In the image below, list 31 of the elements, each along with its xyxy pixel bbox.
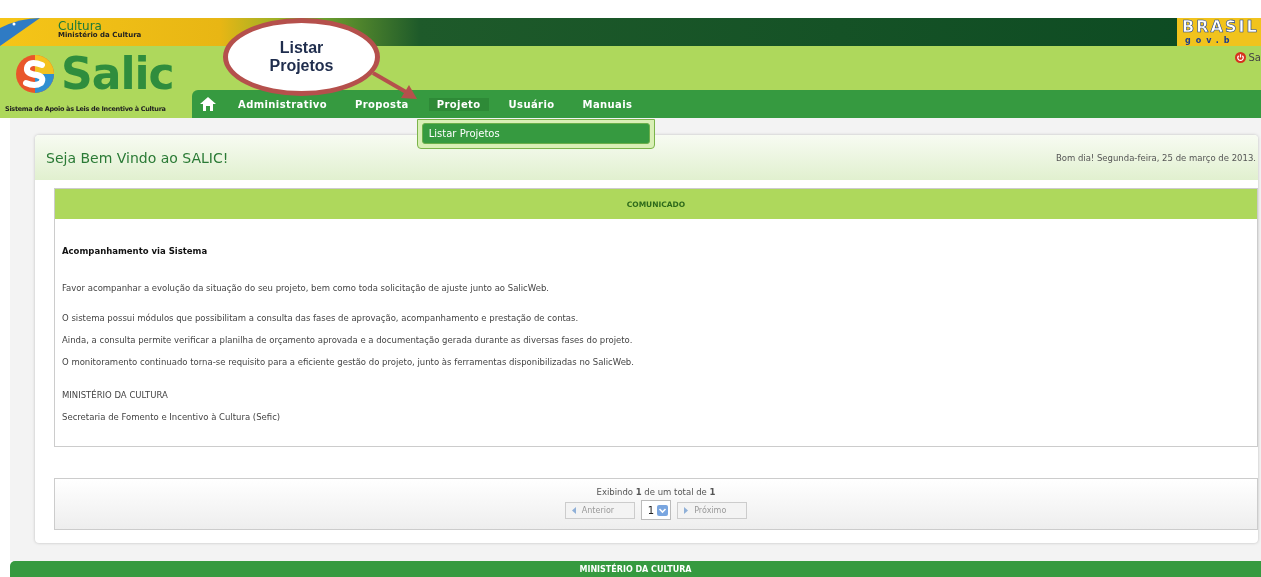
left-arrow-icon <box>571 506 576 514</box>
logout-link[interactable]: Sa <box>1248 52 1261 63</box>
nav-item[interactable]: Proposta <box>346 97 417 111</box>
date-greeting: Bom dia! Segunda-feira, 25 de março de 2013. <box>1055 152 1256 163</box>
nav-item[interactable]: Projeto <box>428 97 489 111</box>
power-icon[interactable] <box>1234 52 1246 63</box>
menu-item[interactable]: Listar Projetos <box>421 122 650 144</box>
results-summary: Exibindo 1 de um total de 1 <box>596 487 716 497</box>
notice-paragraph: Favor acompanhar a evolução da situação do seu projeto, bem como toda solicitação de ajuste junto ao SalicWeb. <box>62 283 550 293</box>
nav-item[interactable]: Usuário <box>500 97 563 111</box>
right-arrow-icon <box>684 506 689 514</box>
home-icon[interactable] <box>200 97 216 111</box>
brasil-logo[interactable]: BRASIL gov.b <box>1177 18 1261 46</box>
page-select[interactable]: 1 <box>640 500 672 520</box>
nav-item[interactable]: Manuais <box>574 97 641 111</box>
logo-text[interactable]: Salic <box>61 52 174 96</box>
previous-button[interactable]: Anterior <box>564 501 635 519</box>
nav-item[interactable]: Administrativo <box>230 97 335 111</box>
dropdown-arrow-icon <box>657 504 669 516</box>
notice-paragraph: O sistema possui módulos que possibilitam a consulta das fases de aprovação, acompanhamento e prestação de contas. <box>62 313 580 323</box>
ministry-name: Cultura <box>58 20 102 32</box>
notice-heading: Acompanhamento via Sistema <box>62 246 209 256</box>
signature-line: MINISTÉRIO DA CULTURA <box>62 390 169 400</box>
welcome-title: Seja Bem Vindo ao SALIC! <box>46 149 229 166</box>
salic-logo-icon <box>15 54 55 94</box>
footer-text: MINISTÉRIO DA CULTURA <box>579 565 692 576</box>
notice-paragraph: O monitoramento continuado torna-se requisito para a eficiente gestão do projeto, junto às ferramentas disponibilizadas no SalicWeb. <box>62 357 635 367</box>
notice-paragraph: Ainda, a consulta permite verificar a planilha de orçamento aprovada e a documentação gerada durante as diversas fases do projeto. <box>62 335 634 345</box>
next-button[interactable]: Próximo <box>677 501 748 519</box>
signature-line: Secretaria de Fomento e Incentivo à Cultura (Sefic) <box>62 412 282 422</box>
callout-arrow <box>372 72 417 99</box>
